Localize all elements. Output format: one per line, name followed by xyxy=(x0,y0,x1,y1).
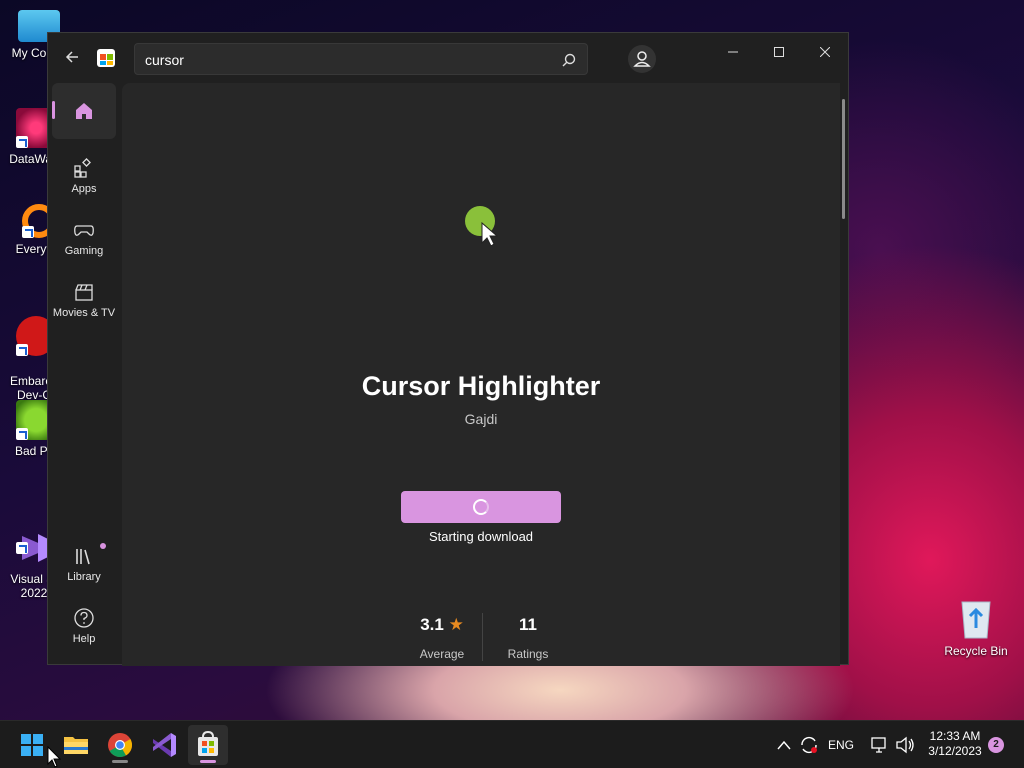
taskbar-file-explorer[interactable] xyxy=(56,725,96,765)
ratings-count-value: 11 xyxy=(519,615,537,634)
nav-home[interactable] xyxy=(52,83,116,139)
back-arrow-icon xyxy=(65,51,78,63)
nav-help-label: Help xyxy=(72,633,96,645)
download-button[interactable] xyxy=(401,491,561,523)
navigation-rail: Apps Gaming Movies & TV Library Help xyxy=(48,83,122,666)
gamepad-icon xyxy=(74,225,94,236)
start-button[interactable] xyxy=(12,725,52,765)
network-icon xyxy=(871,737,886,753)
rating-value: 3.1 xyxy=(420,615,444,634)
search-icon[interactable] xyxy=(561,52,577,68)
clock-date: 3/12/2023 xyxy=(928,744,982,758)
loading-spinner-icon xyxy=(473,499,489,515)
desktop-icon-recycle-bin[interactable]: Recycle Bin xyxy=(940,596,1012,658)
taskbar-microsoft-store[interactable] xyxy=(188,725,228,765)
recycle-bin-icon xyxy=(961,601,991,639)
nav-movies-tv[interactable]: Movies & TV xyxy=(52,273,116,329)
library-icon xyxy=(76,549,90,565)
close-button[interactable] xyxy=(802,37,848,67)
speaker-icon xyxy=(896,736,914,754)
back-button[interactable] xyxy=(60,45,84,69)
store-window: Apps Gaming Movies & TV Library Help Cur… xyxy=(47,32,849,666)
store-bag-icon xyxy=(198,730,218,756)
network-status[interactable] xyxy=(868,721,890,768)
nav-library[interactable]: Library xyxy=(52,537,116,593)
help-icon xyxy=(74,608,94,628)
mouse-pointer-icon xyxy=(47,746,61,768)
running-indicator xyxy=(112,760,128,763)
maximize-button[interactable] xyxy=(756,37,802,67)
taskbar-visual-studio[interactable] xyxy=(144,725,184,765)
minimize-button[interactable] xyxy=(710,37,756,67)
nav-help[interactable]: Help xyxy=(52,599,116,655)
app-title: Cursor Highlighter xyxy=(361,371,601,401)
close-icon xyxy=(819,46,831,58)
update-badge xyxy=(100,543,106,549)
cursor-highlighter-app-icon xyxy=(465,206,498,245)
nav-movies-tv-label: Movies & TV xyxy=(52,307,116,319)
taskbar-chrome[interactable] xyxy=(100,725,140,765)
clock-time: 12:33 AM xyxy=(929,729,981,743)
nav-gaming[interactable]: Gaming xyxy=(52,211,116,267)
chrome-icon xyxy=(108,733,133,758)
rating-label: Average xyxy=(419,647,465,661)
volume-control[interactable] xyxy=(894,721,916,768)
clock[interactable]: 12:33 AM 3/12/2023 xyxy=(920,729,990,759)
ratings-count: 11 Ratings xyxy=(488,615,568,661)
windows-logo-icon xyxy=(21,734,43,756)
active-indicator xyxy=(200,760,216,763)
notification-count-badge[interactable]: 2 xyxy=(988,737,1004,753)
average-rating: 3.1 ★ Average xyxy=(402,615,482,661)
download-status: Starting download xyxy=(428,529,534,544)
stats-divider xyxy=(482,613,483,661)
minimize-icon xyxy=(728,51,738,53)
user-icon xyxy=(633,51,651,67)
search-input[interactable] xyxy=(145,50,545,70)
search-box[interactable] xyxy=(134,43,588,75)
title-bar xyxy=(48,33,848,83)
home-icon xyxy=(76,103,92,119)
maximize-icon xyxy=(774,47,784,57)
star-icon: ★ xyxy=(448,615,464,634)
show-hidden-icons-button[interactable] xyxy=(774,721,794,768)
app-publisher-link[interactable]: Gajdi xyxy=(122,411,840,427)
clapperboard-icon xyxy=(75,284,93,301)
sync-icon xyxy=(801,736,817,754)
nav-gaming-label: Gaming xyxy=(64,245,104,257)
chevron-up-icon xyxy=(777,740,791,750)
account-button[interactable] xyxy=(628,45,656,73)
recycle-bin-label: Recycle Bin xyxy=(944,644,1008,658)
ratings-count-label: Ratings xyxy=(507,647,549,661)
nav-library-label: Library xyxy=(67,571,101,583)
nav-apps-label: Apps xyxy=(71,183,97,195)
folder-icon xyxy=(64,737,88,754)
visual-studio-icon xyxy=(153,733,176,757)
nav-apps[interactable]: Apps xyxy=(52,149,116,205)
taskbar: ENG 12:33 AM 3/12/2023 2 xyxy=(0,720,1024,768)
sync-status[interactable] xyxy=(798,721,820,768)
page-scrollbar[interactable] xyxy=(842,99,845,219)
language-indicator[interactable]: ENG xyxy=(828,721,858,768)
apps-icon xyxy=(74,158,91,178)
app-details-page: Cursor Highlighter Gajdi Starting downlo… xyxy=(122,83,840,666)
store-logo-icon xyxy=(97,49,115,67)
